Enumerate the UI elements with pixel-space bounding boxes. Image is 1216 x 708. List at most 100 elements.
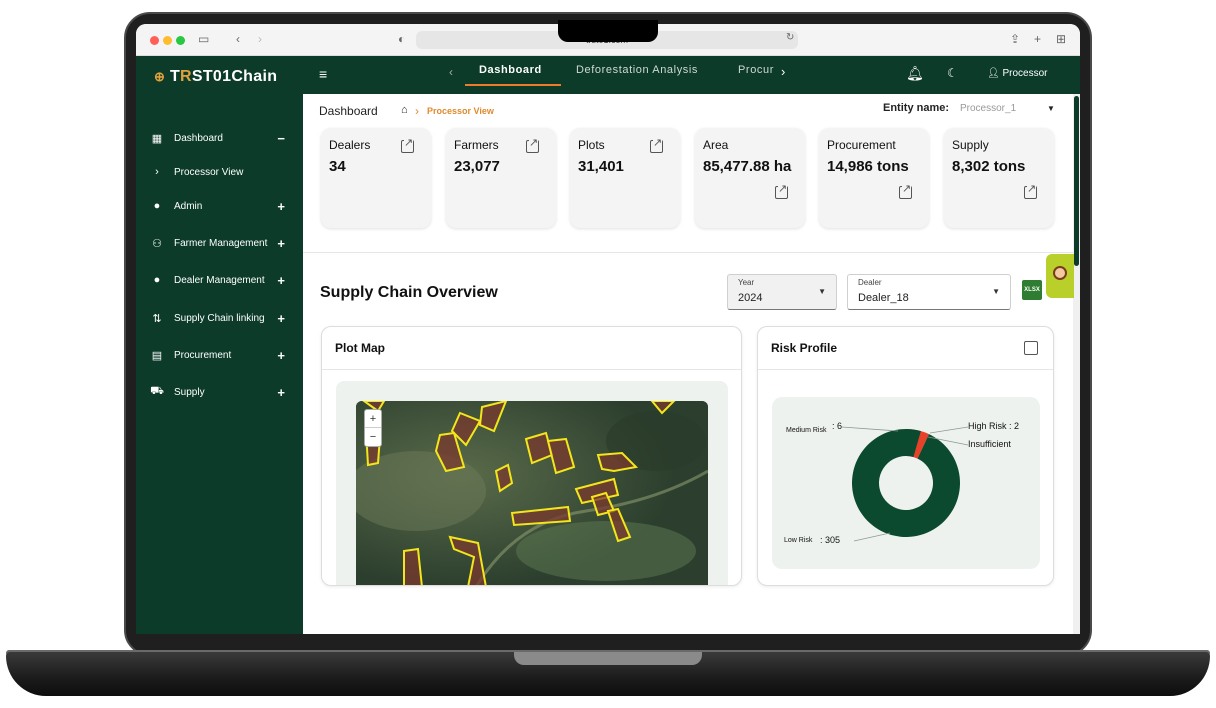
stat-card-area[interactable]: Area 85,477.88 ha xyxy=(695,128,805,228)
stat-card-supply[interactable]: Supply 8,302 tons xyxy=(944,128,1054,228)
stat-card-farmers[interactable]: Farmers 23,077 xyxy=(446,128,556,228)
sidebar-item-supply-chain-linking[interactable]: ⇅ Supply Chain linking + xyxy=(136,304,303,332)
screen: ▭ ‹ › ◐ trst01.com ↻ ⇪ + ⊞ ⊕ TRST01Chain… xyxy=(136,24,1080,634)
select-label: Year xyxy=(738,278,755,287)
open-external-icon[interactable] xyxy=(650,136,663,153)
insufficient-label: Insufficient xyxy=(968,439,1011,449)
low-risk-value: : 305 xyxy=(820,535,841,545)
share-icon[interactable]: ⇪ xyxy=(1010,32,1020,46)
stat-card-dealers[interactable]: Dealers 34 xyxy=(321,128,431,228)
card-value: 85,477.88 ha xyxy=(703,158,792,175)
forward-icon[interactable]: › xyxy=(258,32,262,46)
avatar-icon xyxy=(1053,266,1067,280)
sidebar-item-processor-view[interactable]: › Processor View xyxy=(136,158,303,186)
home-icon[interactable]: ⌂ xyxy=(401,104,408,116)
sidebar-item-label: Supply xyxy=(174,386,205,398)
sidebar-item-dashboard[interactable]: ▦ Dashboard − xyxy=(136,124,303,152)
label-leader-line xyxy=(853,532,891,542)
card-value: 23,077 xyxy=(454,158,500,175)
stat-card-plots[interactable]: Plots 31,401 xyxy=(570,128,680,228)
store-icon: ▤ xyxy=(151,349,163,362)
tab-procurement[interactable]: Procur xyxy=(738,64,774,76)
sidebar-item-supply[interactable]: ⛟ Supply + xyxy=(136,378,303,406)
tab-overview-icon[interactable]: ⊞ xyxy=(1056,32,1066,46)
open-external-icon[interactable] xyxy=(775,182,788,199)
chevron-right-icon: › xyxy=(155,166,159,178)
panel-title: Plot Map xyxy=(335,341,385,355)
breadcrumb-root[interactable]: Dashboard xyxy=(319,104,378,118)
expand-icon[interactable]: + xyxy=(277,311,285,326)
sidebar-item-dealer-management[interactable]: ● Dealer Management + xyxy=(136,266,303,294)
sidebar-item-label: Farmer Management xyxy=(174,237,268,249)
user-menu[interactable]: 👤︎ Processor xyxy=(987,68,1048,79)
dropdown-icon: ▼ xyxy=(992,287,1000,296)
close-window-button[interactable] xyxy=(150,36,159,45)
open-external-icon[interactable] xyxy=(401,136,414,153)
dealer-select[interactable]: Dealer Dealer_18 ▼ xyxy=(847,274,1011,310)
menu-icon[interactable]: ≡ xyxy=(319,66,327,82)
notification-bell-icon[interactable]: 🔔︎ xyxy=(906,65,924,82)
open-external-icon[interactable] xyxy=(526,136,539,153)
entity-select[interactable]: Processor_1 xyxy=(960,103,1016,114)
satellite-map[interactable]: + − xyxy=(356,401,708,585)
open-external-icon[interactable] xyxy=(1024,341,1038,355)
tab-scroll-left-icon[interactable]: ‹ xyxy=(449,65,453,79)
zoom-out-button[interactable]: − xyxy=(365,428,381,446)
sidebar-item-admin[interactable]: ● Admin + xyxy=(136,192,303,220)
expand-icon[interactable]: + xyxy=(277,348,285,363)
tab-scroll-right-icon[interactable]: › xyxy=(781,64,785,79)
expand-icon[interactable]: + xyxy=(277,199,285,214)
risk-chart-area: Medium Risk : 6 High Risk : 2 Insufficie… xyxy=(772,397,1040,569)
reload-icon[interactable]: ↻ xyxy=(786,32,794,43)
sidebar-item-label: Supply Chain linking xyxy=(174,312,265,324)
scrollbar-thumb[interactable] xyxy=(1074,96,1079,266)
tab-deforestation-analysis[interactable]: Deforestation Analysis xyxy=(576,64,698,76)
open-external-icon[interactable] xyxy=(899,182,912,199)
logo-part: ST01Chain xyxy=(191,68,278,85)
minimize-window-button[interactable] xyxy=(163,36,172,45)
open-external-icon[interactable] xyxy=(1024,182,1037,199)
panel-title: Risk Profile xyxy=(771,341,838,355)
camera-notch xyxy=(558,20,658,42)
expand-icon[interactable]: + xyxy=(277,273,285,288)
sidebar-item-farmer-management[interactable]: ⚇ Farmer Management + xyxy=(136,229,303,257)
new-tab-icon[interactable]: + xyxy=(1034,32,1041,46)
sidebar-item-procurement[interactable]: ▤ Procurement + xyxy=(136,341,303,369)
year-select[interactable]: Year 2024 ▼ xyxy=(727,274,837,310)
select-value: Dealer_18 xyxy=(858,292,909,304)
logo: ⊕ TRST01Chain xyxy=(154,68,278,85)
tab-dashboard[interactable]: Dashboard xyxy=(479,64,542,76)
risk-profile-panel: Risk Profile Medium Risk : 6 High Risk :… xyxy=(757,326,1054,586)
card-label: Supply xyxy=(952,138,989,152)
scrollbar[interactable] xyxy=(1073,94,1080,634)
people-icon: ⚇ xyxy=(152,237,162,250)
sidebar: ⊕ TRST01Chain ▦ Dashboard − › Processor … xyxy=(136,56,303,634)
person-icon: ● xyxy=(153,200,161,212)
logo-part: R xyxy=(180,68,192,85)
high-risk-label: High Risk : 2 xyxy=(968,421,1020,431)
expand-icon[interactable]: + xyxy=(277,385,285,400)
shield-icon: ◐ xyxy=(398,32,406,46)
sidebar-toggle-icon[interactable]: ▭ xyxy=(198,32,209,46)
expand-icon[interactable]: + xyxy=(277,236,285,251)
card-label: Dealers xyxy=(329,138,371,152)
breadcrumb-separator: › xyxy=(415,104,419,118)
assistant-avatar[interactable] xyxy=(1046,254,1074,298)
logo-part: T xyxy=(169,68,181,85)
breadcrumb-current: Processor View xyxy=(427,106,494,116)
maximize-window-button[interactable] xyxy=(176,36,185,45)
map-zoom-control: + − xyxy=(364,409,382,447)
entity-dropdown-icon[interactable]: ▼ xyxy=(1047,104,1055,113)
swap-vertical-icon: ⇅ xyxy=(152,312,162,325)
slice-low-risk[interactable] xyxy=(852,429,960,537)
stat-card-procurement[interactable]: Procurement 14,986 tons xyxy=(819,128,929,228)
dashboard-icon: ▦ xyxy=(151,132,163,145)
sidebar-item-label: Dashboard xyxy=(174,132,223,144)
export-xlsx-button[interactable]: XLSX xyxy=(1022,280,1042,300)
back-icon[interactable]: ‹ xyxy=(236,32,240,46)
section-divider xyxy=(303,252,1073,262)
zoom-in-button[interactable]: + xyxy=(365,410,381,428)
entity-label: Entity name: xyxy=(883,102,950,114)
dark-mode-icon[interactable]: ☾ xyxy=(947,66,958,80)
collapse-icon[interactable]: − xyxy=(277,131,285,146)
